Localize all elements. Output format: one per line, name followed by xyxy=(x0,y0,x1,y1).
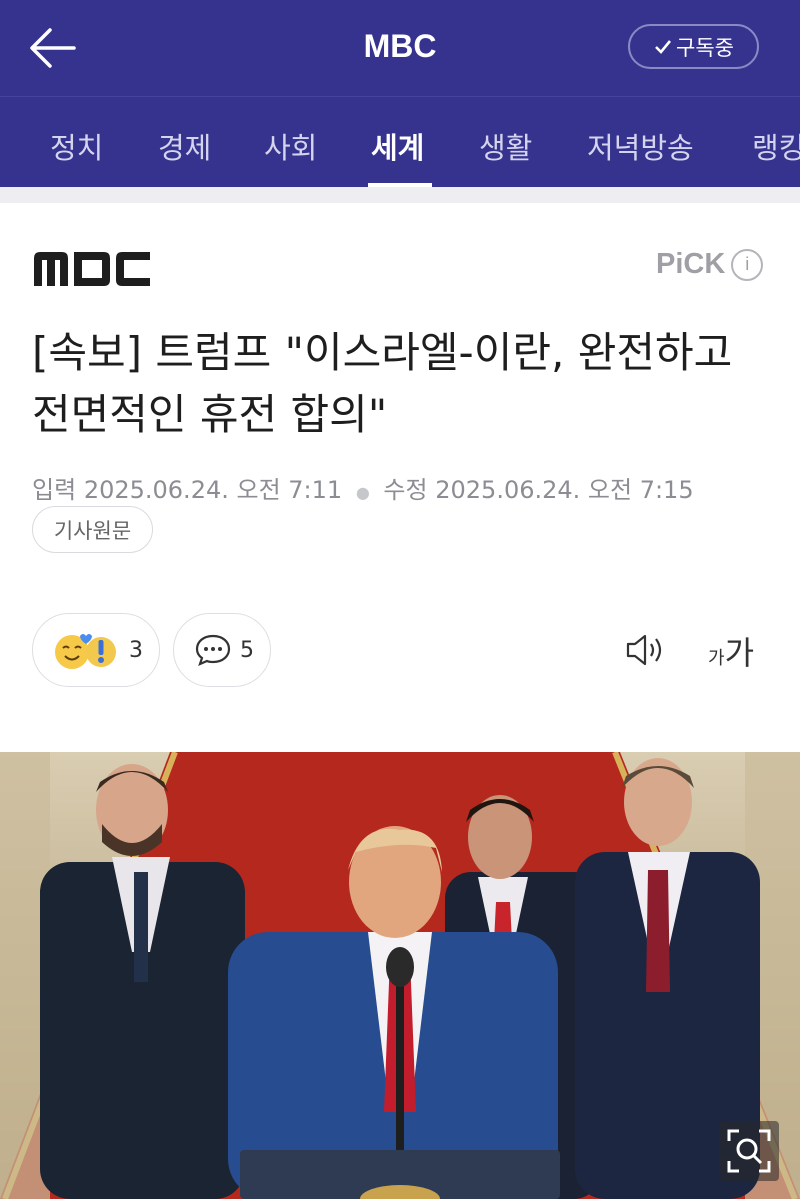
font-large-label: 가 xyxy=(724,634,755,672)
tab-ranking[interactable]: 랭킹 xyxy=(752,125,800,167)
tab-world[interactable]: 세계 xyxy=(371,125,424,167)
reaction-count: 3 xyxy=(129,637,143,663)
pick-badge[interactable]: PiCK i xyxy=(656,248,764,281)
article-dates: 입력 2025.06.24. 오전 7:11 ● 수정 2025.06.24. … xyxy=(32,470,694,505)
tab-economy[interactable]: 경제 xyxy=(158,125,211,167)
comment-button[interactable]: 5 xyxy=(173,613,271,687)
comment-count: 5 xyxy=(240,637,254,663)
reaction-button[interactable]: 3 xyxy=(32,613,160,687)
tab-society[interactable]: 사회 xyxy=(264,125,317,167)
check-icon xyxy=(655,39,672,54)
subscribe-label: 구독중 xyxy=(676,35,734,60)
published-date: 2025.06.24. 오전 7:11 xyxy=(83,476,343,504)
published-label: 입력 xyxy=(32,476,77,504)
original-article-button[interactable]: 기사원문 xyxy=(32,506,153,553)
app-header: MBC 구독중 xyxy=(0,0,800,96)
category-nav: 정치 경제 사회 세계 생활 저녁방송 랭킹 xyxy=(0,96,800,187)
reaction-emoji-icon xyxy=(55,634,116,669)
subscribe-button[interactable]: 구독중 xyxy=(628,24,759,69)
tab-evening-broadcast[interactable]: 저녁방송 xyxy=(587,125,694,167)
comment-bubble-icon xyxy=(195,634,231,666)
pick-label: PiCK xyxy=(656,248,726,280)
updated-label: 수정 xyxy=(383,476,428,504)
speaker-icon[interactable] xyxy=(624,630,668,670)
article-title: [속보] 트럼프 "이스라엘-이란, 완전하고 전면적인 휴전 합의" xyxy=(32,328,733,439)
tab-life[interactable]: 생활 xyxy=(479,125,532,167)
font-small-label: 가 xyxy=(708,648,725,669)
font-size-button[interactable]: 가가 xyxy=(708,628,754,674)
zoom-icon[interactable] xyxy=(719,1121,779,1181)
updated-date: 2025.06.24. 오전 7:15 xyxy=(435,476,694,504)
section-divider xyxy=(0,187,800,203)
tab-politics[interactable]: 정치 xyxy=(50,125,103,167)
press-logo[interactable] xyxy=(32,250,152,288)
separator-dot: ● xyxy=(355,483,370,502)
info-icon[interactable]: i xyxy=(731,248,764,281)
article-photo[interactable] xyxy=(0,752,800,1199)
